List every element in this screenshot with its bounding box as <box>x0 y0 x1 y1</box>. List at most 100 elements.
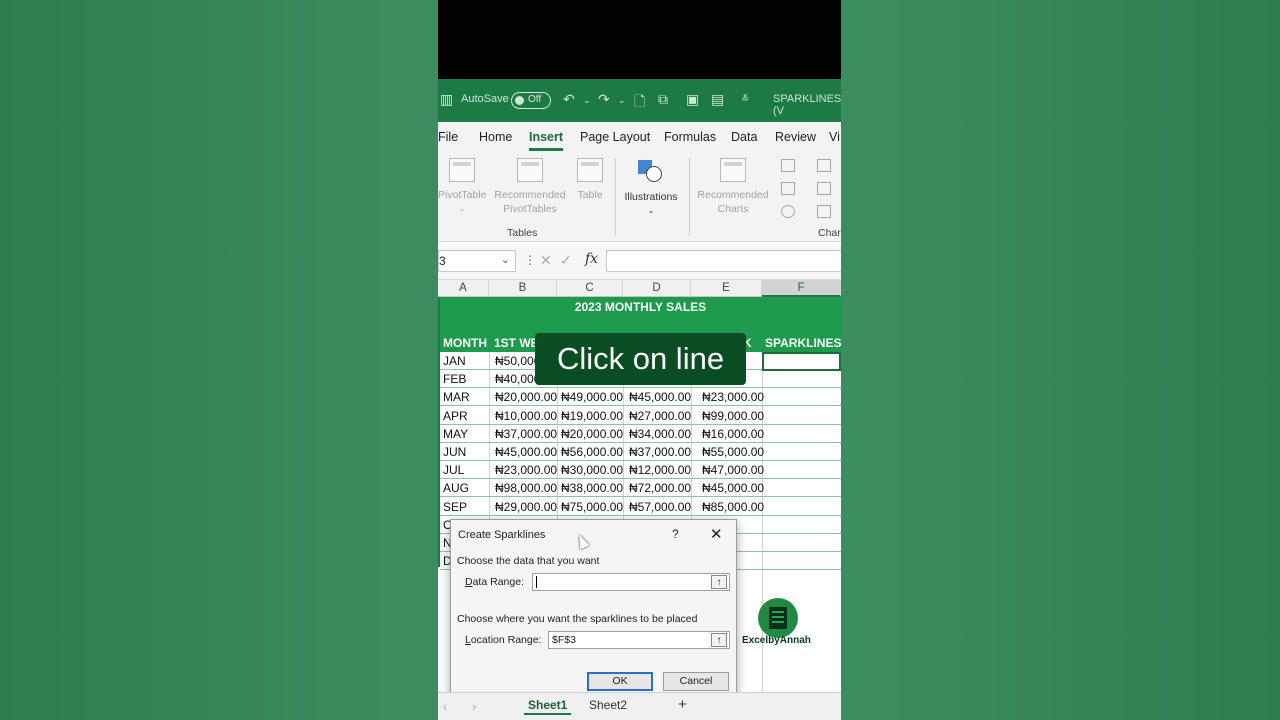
table-cell[interactable]: FEB <box>443 372 466 386</box>
location-range-input[interactable]: $F$3 ↑ <box>548 631 730 649</box>
insert-function-icon[interactable]: fx <box>585 251 598 267</box>
table-cell[interactable]: ₦98,000.00 <box>495 481 557 495</box>
ok-button[interactable]: OK <box>587 672 653 691</box>
collapse-dialog-icon[interactable]: ↑ <box>711 633 727 647</box>
table-cell[interactable]: ₦20,000.00 <box>495 390 557 404</box>
table-cell[interactable]: JUL <box>443 463 464 477</box>
confirm-edit-icon[interactable]: ✓ <box>560 252 572 269</box>
data-range-input[interactable]: ↑ <box>532 573 730 591</box>
table-cell[interactable]: SEP <box>443 500 467 514</box>
column-header-b[interactable]: B <box>489 280 557 297</box>
scatter-chart-icon[interactable] <box>817 205 831 218</box>
table-cell[interactable]: MAY <box>443 427 468 441</box>
column-header-d[interactable]: D <box>623 280 691 297</box>
table-button[interactable]: Table <box>574 158 606 202</box>
table-cell[interactable]: ₦49,000.00 <box>561 390 623 404</box>
table-cell[interactable]: ₦19,000.00 <box>561 409 623 423</box>
close-button[interactable]: ✕ <box>710 525 723 543</box>
sheet-tab-sheet1[interactable]: Sheet1 <box>524 698 572 715</box>
table-cell[interactable]: ₦50,000 <box>495 354 540 368</box>
illustrations-button[interactable]: Illustrations ⌄ <box>621 158 681 218</box>
column-chart-icon[interactable] <box>781 159 795 172</box>
help-button[interactable]: ? <box>672 527 679 541</box>
table-cell[interactable]: ₦10,000.00 <box>495 409 557 423</box>
header-month[interactable]: MONTH <box>443 336 487 350</box>
table-cell[interactable]: ₦56,000.00 <box>561 445 623 459</box>
table-cell[interactable]: MAR <box>443 390 470 404</box>
undo-icon[interactable]: ↶ <box>563 91 575 108</box>
save-icon[interactable]: ▣ <box>686 91 699 108</box>
tab-review[interactable]: Review <box>775 130 816 144</box>
table-cell[interactable]: APR <box>443 409 468 423</box>
new-file-icon[interactable]: 🗋 <box>634 91 645 115</box>
header-week1[interactable]: 1ST WE <box>494 336 539 350</box>
undo-dropdown-icon[interactable]: ⌄ <box>583 95 591 106</box>
table-cell[interactable]: ₦37,000.00 <box>629 445 691 459</box>
table-title[interactable]: 2023 MONTHLY SALES <box>440 297 841 334</box>
table-cell[interactable]: ₦99,000.00 <box>702 409 764 423</box>
name-box[interactable]: 3 ⌄ <box>438 250 516 272</box>
tab-formulas[interactable]: Formulas <box>664 130 716 144</box>
column-header-e[interactable]: E <box>691 280 762 297</box>
line-chart-icon[interactable] <box>781 182 795 195</box>
table-cell[interactable]: ₦38,000.00 <box>561 481 623 495</box>
table-cell[interactable]: ₦55,000.00 <box>702 445 764 459</box>
table-cell[interactable]: ₦45,000.00 <box>629 390 691 404</box>
table-cell[interactable]: ₦40,000 <box>495 372 540 386</box>
scroll-right-icon[interactable]: › <box>472 699 476 714</box>
table-cell[interactable]: ₦23,000.00 <box>495 463 557 477</box>
ribbon: PivotTable ⌄ Recommended PivotTables Tab… <box>438 152 841 242</box>
scroll-left-icon[interactable]: ‹ <box>443 699 447 714</box>
add-sheet-icon[interactable]: + <box>678 696 687 713</box>
table-cell[interactable]: ₦29,000.00 <box>495 500 557 514</box>
selected-cell-f3[interactable] <box>762 352 841 371</box>
collapse-dialog-icon[interactable]: ↑ <box>711 575 727 589</box>
more-options-icon[interactable]: ⋮ <box>524 253 536 267</box>
formula-input[interactable] <box>606 250 841 272</box>
column-header-a[interactable]: A <box>438 280 489 297</box>
autosave-toggle[interactable]: Off <box>511 92 551 109</box>
table-cell[interactable]: JUN <box>443 445 466 459</box>
sheet-tab-sheet2[interactable]: Sheet2 <box>589 698 627 712</box>
table-cell[interactable]: ₦47,000.00 <box>702 463 764 477</box>
table-cell[interactable]: ₦75,000.00 <box>561 500 623 514</box>
column-header-f[interactable]: F <box>762 280 841 297</box>
pivottable-icon <box>449 158 475 182</box>
table-cell[interactable]: ₦85,000.00 <box>702 500 764 514</box>
table-cell[interactable]: ₦45,000.00 <box>495 445 557 459</box>
table-cell[interactable]: AUG <box>443 481 469 495</box>
table-cell[interactable]: ₦37,000.00 <box>495 427 557 441</box>
header-sparklines[interactable]: SPARKLINES <box>765 336 841 350</box>
table-cell[interactable]: ₦57,000.00 <box>629 500 691 514</box>
table-cell[interactable]: ₦16,000.00 <box>702 427 764 441</box>
table-cell[interactable]: ₦12,000.00 <box>629 463 691 477</box>
tab-file[interactable]: File <box>438 130 458 144</box>
redo-dropdown-icon[interactable]: ⌄ <box>618 95 626 106</box>
tab-view[interactable]: Vi <box>829 130 840 144</box>
tab-page-layout[interactable]: Page Layout <box>580 130 650 144</box>
table-cell[interactable]: ₦34,000.00 <box>629 427 691 441</box>
column-header-c[interactable]: C <box>557 280 623 297</box>
cancel-button[interactable]: Cancel <box>663 672 729 691</box>
cancel-edit-icon[interactable]: ✕ <box>540 252 552 269</box>
tab-data[interactable]: Data <box>731 130 757 144</box>
table-cell[interactable]: JAN <box>443 354 466 368</box>
recommended-pivottables-button[interactable]: Recommended PivotTables <box>492 158 568 216</box>
table-cell[interactable]: ₦23,000.00 <box>702 390 764 404</box>
pivottable-button[interactable]: PivotTable ⌄ <box>438 158 486 216</box>
pie-chart-icon[interactable] <box>781 205 795 218</box>
tab-insert[interactable]: Insert <box>529 130 564 151</box>
hierarchy-chart-icon[interactable] <box>817 159 831 172</box>
tab-home[interactable]: Home <box>479 130 512 144</box>
table-cell[interactable]: ₦30,000.00 <box>561 463 623 477</box>
copy-icon[interactable]: ⧉ <box>658 91 668 108</box>
table-cell[interactable]: ₦20,000.00 <box>561 427 623 441</box>
table-cell[interactable]: ₦27,000.00 <box>629 409 691 423</box>
recommended-charts-button[interactable]: Recommended Charts <box>695 158 771 216</box>
redo-icon[interactable]: ↷ <box>598 91 610 108</box>
customize-qat-icon[interactable]: ≚ <box>741 94 749 105</box>
statistic-chart-icon[interactable] <box>817 182 831 195</box>
form-icon[interactable]: ▤ <box>711 91 724 108</box>
table-cell[interactable]: ₦72,000.00 <box>629 481 691 495</box>
table-cell[interactable]: ₦45,000.00 <box>702 481 764 495</box>
